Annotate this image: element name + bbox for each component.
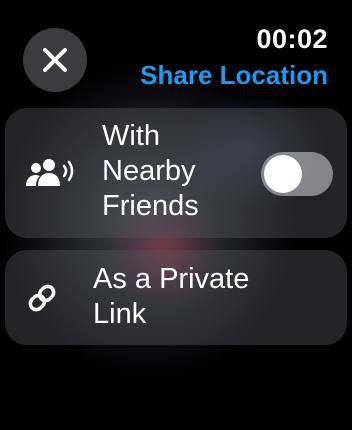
xmark-icon [43, 48, 67, 72]
watch-screen: 00:02 Share Location With Nearby Friends [0, 0, 352, 430]
link-icon [25, 281, 59, 315]
nearby-friends-toggle[interactable] [261, 152, 333, 196]
nearby-people-icon [25, 156, 77, 190]
page-title: Share Location [140, 60, 328, 90]
close-button[interactable] [23, 28, 87, 92]
status-time: 00:02 [256, 24, 328, 54]
option-nearby-friends-label: With Nearby Friends [102, 120, 199, 222]
toggle-knob [264, 155, 302, 193]
option-private-link-label: As a Private Link [93, 263, 250, 330]
